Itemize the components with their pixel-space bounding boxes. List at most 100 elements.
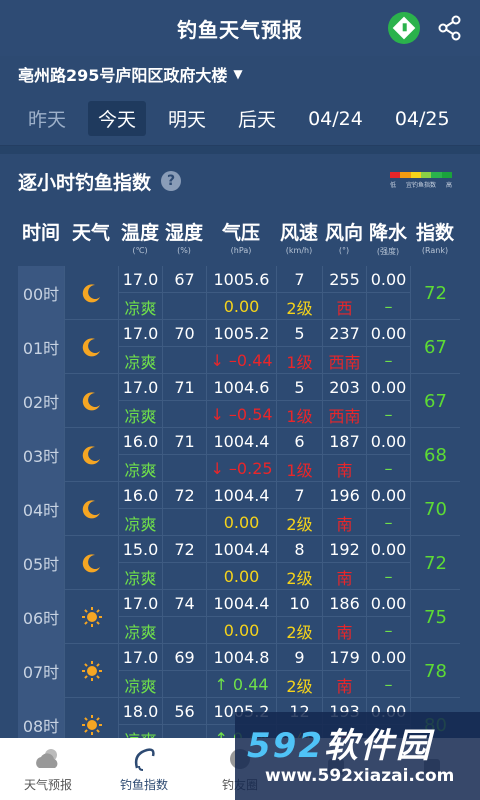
fishing-index-value: 70 [410, 482, 460, 536]
fishing-index-value: 72 [410, 266, 460, 320]
precipitation-level-value: – [366, 671, 410, 698]
wind-direction-name-value: 南 [322, 617, 366, 644]
col-pressure-header: 气压 (hPa) [206, 218, 276, 255]
temperature-value: 18.0 [118, 698, 162, 725]
col-humidity-label: 湿度 [164, 222, 203, 244]
hourly-table: 00时 17.0 凉爽 67 1005.6 0.00 7 2级 255 西 0.00–72 01时 17… [18, 266, 460, 752]
humidity-value: 71 [162, 428, 206, 455]
col-wind-speed-label: 风速 [279, 222, 318, 244]
col-pressure-label: 气压 [221, 222, 260, 244]
wind-direction-value: 203 [322, 374, 366, 401]
tab-date-0425[interactable]: 04/25 [385, 104, 460, 134]
moon-icon [64, 374, 118, 428]
wind-speed-value: 8 [276, 536, 322, 563]
pressure-value: 1005.6 [206, 266, 276, 293]
humidity-value: 67 [162, 266, 206, 293]
section-title: 逐小时钓鱼指数 [18, 171, 152, 194]
precipitation-level-value: – [366, 401, 410, 428]
wind-direction-value: 186 [322, 590, 366, 617]
col-rain-header: 降水 (强度) [366, 218, 410, 257]
sun-icon [64, 644, 118, 698]
wind-direction-value: 192 [322, 536, 366, 563]
legend-swatch [390, 172, 401, 178]
empty-cell [162, 617, 206, 644]
precipitation-value: 0.00 [366, 644, 410, 671]
precipitation-value: 0.00 [366, 374, 410, 401]
table-row: 06时 17.0 凉爽 74 1004.4 0.00 10 2级 186 南 0.00–75 [18, 590, 460, 644]
col-wind-dir-label: 风向 [324, 222, 363, 244]
humidity-value: 74 [162, 590, 206, 617]
col-temp-unit: (℃) [132, 246, 148, 255]
col-index-label: 指数 [415, 222, 454, 244]
cloud-sun-icon [33, 746, 63, 772]
col-humidity-unit: (%) [177, 246, 191, 255]
tab-yesterday[interactable]: 昨天 [18, 101, 76, 136]
app-header: 钓鱼天气预报 [0, 0, 480, 56]
precipitation-level-value: – [366, 563, 410, 590]
nav-item-0[interactable]: 天气预报 [0, 738, 96, 800]
col-temp-label: 温度 [120, 222, 159, 244]
comfort-value: 凉爽 [118, 455, 162, 482]
temperature-value: 16.0 [118, 482, 162, 509]
location-selector[interactable]: 亳州路295号庐阳区政府大楼 ▼ [0, 56, 480, 92]
col-wind-speed-unit: (km/h) [285, 246, 313, 255]
watermark-logo: 592软件园 [247, 726, 432, 766]
hour-label: 07时 [18, 644, 64, 698]
col-pressure-unit: (hPa) [230, 246, 252, 255]
table-row: 04时 16.0 凉爽 72 1004.4 0.00 7 2级 196 南 0.00–70 [18, 482, 460, 536]
legend-swatch [420, 172, 432, 178]
hour-label: 01时 [18, 320, 64, 374]
fishing-index-value: 68 [410, 428, 460, 482]
col-wind-speed-header: 风速 (km/h) [276, 218, 322, 255]
moon-icon [64, 428, 118, 482]
fishing-index-value: 67 [410, 374, 460, 428]
pressure-value: 1004.6 [206, 374, 276, 401]
humidity-value: 72 [162, 536, 206, 563]
watermark: 592软件园 www.592xiazai.com [235, 712, 480, 800]
table-row: 01时 17.0 凉爽 70 1005.2 ↓ –0.44 5 1级 237 西南 0.00–67 [18, 320, 460, 374]
hour-label: 00时 [18, 266, 64, 320]
legend-color-bar [390, 172, 452, 178]
pressure-change-value: 0.00 [206, 617, 276, 644]
precipitation-value: 0.00 [366, 320, 410, 347]
pressure-change-value: ↓ –0.25 [206, 455, 276, 482]
table-header: 时间 天气 温度 (℃) 湿度 (%) 气压 (hPa) 风速 (km/h) 风向 (°) 降水 (强度)… [0, 218, 480, 266]
nav-item-label: 天气预报 [23, 777, 72, 792]
precipitation-level-value: – [366, 509, 410, 536]
tab-date-more[interactable]: 0 [472, 104, 480, 134]
pressure-value: 1004.8 [206, 644, 276, 671]
hour-label: 03时 [18, 428, 64, 482]
share-icon[interactable] [436, 14, 464, 42]
empty-cell [162, 455, 206, 482]
wind-direction-name-value: 西南 [322, 401, 366, 428]
tab-today[interactable]: 今天 [88, 101, 147, 136]
col-wind-dir-header: 风向 (°) [322, 218, 366, 255]
precipitation-level-value: – [366, 293, 410, 320]
precipitation-level-value: – [366, 617, 410, 644]
pressure-change-value: 0.00 [206, 509, 276, 536]
nav-item-1[interactable]: 钓鱼指数 [96, 738, 192, 800]
fishing-index-value: 72 [410, 536, 460, 590]
precipitation-value: 0.00 [366, 536, 410, 563]
temperature-value: 17.0 [118, 266, 162, 293]
humidity-value: 56 [162, 698, 206, 725]
moon-icon [64, 536, 118, 590]
hour-label: 06时 [18, 590, 64, 644]
fishing-hook-icon [129, 746, 159, 772]
legend-swatch [441, 172, 452, 178]
col-wind-dir-unit: (°) [338, 246, 350, 255]
vip-button[interactable] [388, 12, 420, 44]
col-rain-label: 降水 [368, 222, 407, 244]
wind-level-value: 2级 [276, 671, 322, 698]
tab-day-after[interactable]: 后天 [228, 101, 286, 136]
comfort-value: 凉爽 [118, 401, 162, 428]
temperature-value: 17.0 [118, 320, 162, 347]
wind-direction-value: 179 [322, 644, 366, 671]
col-weather-header: 天气 [64, 218, 118, 246]
temperature-value: 17.0 [118, 374, 162, 401]
tab-tomorrow[interactable]: 明天 [158, 101, 216, 136]
help-icon[interactable]: ? [161, 171, 182, 191]
tab-date-0424[interactable]: 04/24 [298, 104, 373, 134]
comfort-value: 凉爽 [118, 509, 162, 536]
wind-level-value: 2级 [276, 509, 322, 536]
